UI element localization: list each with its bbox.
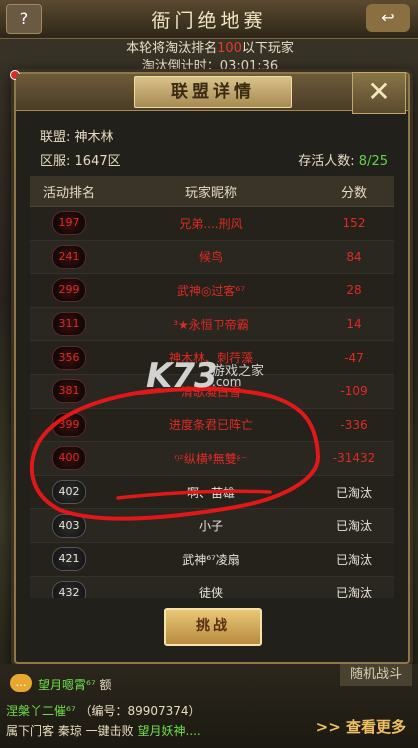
score-cell: 152 [342, 216, 366, 231]
alliance-name: 神木林 [74, 130, 114, 145]
server-info: 区服: 1647区 [40, 150, 121, 169]
score-cell: 已淘汰 [335, 519, 372, 534]
score-cell: -109 [340, 384, 368, 399]
notice-suffix: 以下玩家 [241, 41, 294, 56]
player-name-cell: 兄弟....刑风 [179, 216, 243, 231]
rank-cell: 197 [30, 211, 108, 236]
rank-cell: 311 [30, 312, 108, 337]
player-name-cell: 候鸟 [198, 250, 223, 265]
player-name-cell: 武神◎过客⁶⁷ [176, 283, 246, 298]
rank-badge: 432 [52, 580, 86, 598]
rank-cell: 421 [30, 547, 108, 572]
table-row[interactable]: 197 兄弟....刑风 152 [30, 207, 394, 241]
notice-number: 100 [217, 41, 242, 56]
rank-cell: 402 [30, 480, 108, 505]
chat-bubble-icon[interactable]: … [10, 674, 32, 692]
table-row[interactable]: 299 武神◎过客⁶⁷ 28 [30, 274, 394, 308]
rank-badge: 381 [52, 379, 86, 404]
score-cell: 28 [346, 283, 362, 298]
player-name-sup: ⁶⁷ [66, 704, 76, 718]
rank-badge: 399 [52, 412, 86, 437]
player-name: 涅槃丫⼆催 [6, 704, 67, 718]
player-name-cell: ᵑᶻ纵横ᶲ無雙ᶳ⁻ [174, 451, 248, 466]
page-title: 衙门绝地赛 [151, 10, 267, 32]
rank-badge: 402 [52, 480, 86, 505]
table-row[interactable]: 421 武神⁶⁷凌扇 已淘汰 [30, 542, 394, 577]
player-info-line: 涅槃丫⼆催⁶⁷ （编号：89907374） [6, 702, 201, 719]
table-row[interactable]: 402 啊、苗雄 已淘汰 [30, 475, 394, 510]
chat-sender: 望月嗯霄 [38, 678, 87, 692]
score-cell: -336 [340, 417, 368, 432]
score-cell: 已淘汰 [335, 552, 372, 567]
battle-log-text: 属下门客 秦琼 一键击败 [6, 724, 134, 738]
player-name-cell: 徒侠 [198, 586, 223, 598]
rank-cell: 241 [30, 244, 108, 269]
table-row[interactable]: 400 ᵑᶻ纵横ᶲ無雙ᶳ⁻ -31432 [30, 442, 394, 476]
rank-cell: 299 [30, 278, 108, 303]
survivors-value: 8/25 [358, 154, 388, 169]
table-row[interactable]: 311 ³★永恒ㄗ帝霸 14 [30, 307, 394, 342]
see-more-button[interactable]: >> 查看更多 [316, 716, 406, 737]
alliance-label: 联盟: [40, 130, 71, 145]
survivors-label: 存活人数: [298, 154, 355, 169]
player-name-cell: 武神⁶⁷凌扇 [182, 552, 240, 567]
column-rank: 活动排名 [42, 185, 95, 201]
chat-message[interactable]: 望月嗯霄⁶⁷ 额 [38, 676, 111, 693]
table-row[interactable]: 399 进度条君已阵亡 -336 [30, 408, 394, 443]
rank-badge: 356 [52, 345, 86, 370]
table-row[interactable]: 241 候鸟 84 [30, 240, 394, 275]
chat-sender-sup: ⁶⁷ [86, 678, 96, 692]
survivors-info: 存活人数: 8/25 [298, 150, 388, 169]
rank-badge: 311 [52, 312, 86, 337]
random-fight-button[interactable]: 随机战斗 [340, 664, 412, 686]
watermark-domain: .com [212, 375, 242, 389]
rank-badge: 197 [52, 211, 86, 236]
rank-badge: 403 [52, 513, 86, 538]
player-name-cell: ³★永恒ㄗ帝霸 [173, 317, 249, 332]
column-score: 分数 [340, 185, 367, 201]
player-id: （编号：89907374） [79, 704, 201, 718]
rank-badge: 400 [52, 446, 86, 471]
see-more-label: 查看更多 [345, 718, 406, 736]
challenge-button[interactable]: 挑战 [164, 608, 262, 646]
return-icon[interactable]: ↩ [366, 4, 410, 32]
rank-cell: 400 [30, 446, 108, 471]
battle-log-target: 望月妖神.... [137, 724, 201, 738]
rank-cell: 356 [30, 345, 108, 370]
score-cell: 14 [346, 317, 362, 332]
elimination-notice: 本轮将淘汰排名100以下玩家 淘汰倒计时：03:01:36 [100, 40, 320, 76]
alliance-info: 联盟: 神木林 [40, 126, 114, 145]
watermark-logo: K73 [146, 356, 218, 396]
rank-badge: 241 [52, 244, 86, 269]
battle-log-line: 属下门客 秦琼 一键击败 望月妖神.... [6, 722, 201, 739]
server-value: 1647区 [74, 154, 121, 169]
notice-prefix: 本轮将淘汰排名 [126, 41, 218, 56]
modal-header: 联盟详情 ✕ [16, 72, 408, 114]
rank-cell: 403 [30, 513, 108, 538]
score-cell: 已淘汰 [335, 586, 372, 598]
rank-badge: 421 [52, 547, 86, 572]
table-header: 活动排名 玩家昵称 分数 [30, 176, 394, 207]
column-name: 玩家昵称 [184, 185, 237, 201]
rank-badge: 299 [52, 278, 86, 303]
chat-text: 额 [99, 678, 112, 692]
close-icon[interactable]: ✕ [352, 72, 406, 114]
player-name-cell: 啊、苗雄 [186, 485, 235, 500]
top-bar: ? 衙门绝地赛 ↩ [0, 0, 418, 39]
player-name-cell: 小子 [198, 519, 223, 534]
score-cell: -31432 [332, 451, 376, 466]
table-body[interactable]: 197 兄弟....刑风 152 241 候鸟 84 299 武神◎过客⁶⁷ 28 311 ³★永恒… [30, 207, 394, 598]
table-row[interactable]: 403 小子 已淘汰 [30, 509, 394, 543]
server-label: 区服: [40, 154, 71, 169]
modal-title: 联盟详情 [134, 76, 292, 108]
score-cell: 84 [346, 249, 362, 264]
player-name-cell: 进度条君已阵亡 [168, 418, 253, 433]
table-row[interactable]: 432 徒侠 已淘汰 [30, 576, 394, 598]
rank-cell: 381 [30, 379, 108, 404]
rank-cell: 432 [30, 580, 108, 598]
score-cell: -47 [344, 350, 364, 365]
k73-watermark: K73 游戏之家 .com [146, 356, 264, 396]
score-cell: 已淘汰 [335, 485, 372, 500]
rank-cell: 399 [30, 412, 108, 437]
